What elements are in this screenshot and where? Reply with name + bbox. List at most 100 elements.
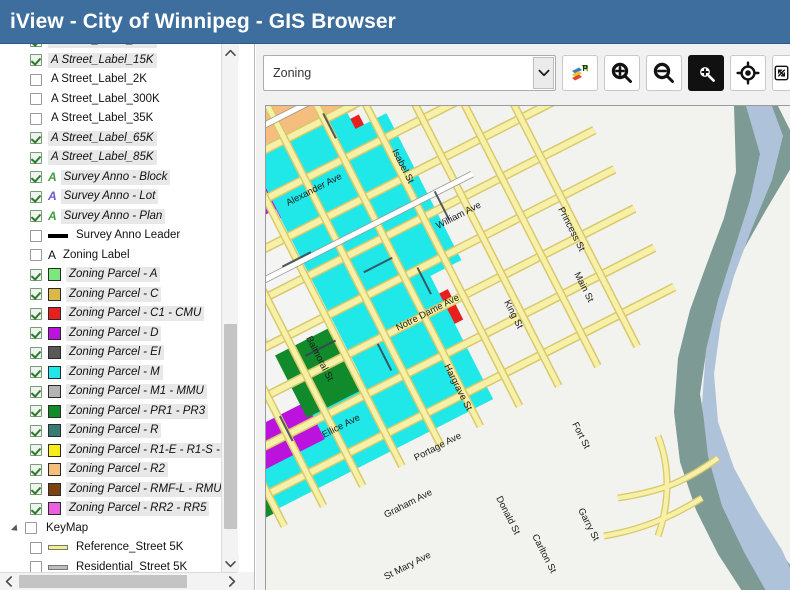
layer-label: Zoning Parcel - RR2 - RR5 bbox=[66, 501, 210, 517]
layer-visibility-checkbox[interactable] bbox=[25, 522, 37, 535]
layer-visibility-checkbox[interactable] bbox=[30, 424, 42, 437]
chevron-up-icon[interactable] bbox=[222, 44, 239, 61]
layer-label: Zoning Parcel - EI bbox=[66, 345, 165, 361]
layer-tree-vertical-scrollbar[interactable] bbox=[221, 44, 239, 572]
zoom-window-button[interactable] bbox=[688, 55, 724, 91]
layer-tree-row[interactable]: Zoning Parcel - R2 bbox=[0, 460, 222, 480]
layers-button[interactable]: P bbox=[562, 55, 598, 91]
layer-color-swatch bbox=[48, 502, 61, 516]
chevron-down-icon[interactable] bbox=[533, 57, 554, 89]
layer-visibility-checkbox[interactable] bbox=[30, 561, 42, 572]
layer-tree-row[interactable]: A Street_Label_15K bbox=[0, 51, 222, 71]
layer-line-swatch bbox=[48, 564, 68, 570]
layer-visibility-checkbox[interactable] bbox=[30, 151, 42, 164]
layer-visibility-checkbox[interactable] bbox=[30, 268, 42, 281]
zoom-in-button[interactable] bbox=[604, 55, 640, 91]
layer-label: A Street_Label_85K bbox=[48, 150, 157, 166]
layer-visibility-checkbox[interactable] bbox=[30, 385, 42, 398]
layer-tree-row[interactable]: Zoning Parcel - EI bbox=[0, 343, 222, 363]
annotation-glyph-icon: A bbox=[48, 208, 57, 223]
annotation-glyph-icon: A bbox=[48, 247, 57, 262]
scrollbar-thumb-vertical[interactable] bbox=[224, 324, 237, 529]
layer-tree-row[interactable]: Zoning Parcel - M bbox=[0, 363, 222, 383]
layer-tree-row[interactable]: Zoning Parcel - C bbox=[0, 285, 222, 305]
layer-tree-row[interactable]: Zoning Parcel - C1 - CMU bbox=[0, 304, 222, 324]
layer-tree-horizontal-scrollbar[interactable] bbox=[0, 572, 238, 590]
layer-visibility-checkbox[interactable] bbox=[30, 229, 42, 242]
layer-visibility-checkbox[interactable] bbox=[30, 249, 42, 262]
layer-visibility-checkbox[interactable] bbox=[30, 93, 42, 106]
keymap-child-row[interactable]: Residential_Street 5K bbox=[0, 558, 222, 572]
layer-visibility-checkbox[interactable] bbox=[30, 327, 42, 340]
layer-visibility-checkbox[interactable] bbox=[30, 346, 42, 359]
layer-color-swatch bbox=[48, 404, 61, 418]
layer-tree[interactable]: A Street_Label_10K A Street_Label_15K A St… bbox=[0, 44, 222, 572]
layer-tree-row[interactable]: A Street_Label_65K bbox=[0, 129, 222, 149]
layer-visibility-checkbox[interactable] bbox=[30, 112, 42, 125]
layer-visibility-checkbox[interactable] bbox=[30, 54, 42, 67]
zoom-out-button[interactable] bbox=[646, 55, 682, 91]
layer-visibility-checkbox[interactable] bbox=[30, 44, 42, 47]
layer-visibility-checkbox[interactable] bbox=[30, 73, 42, 86]
layer-visibility-checkbox[interactable] bbox=[30, 307, 42, 320]
layer-visibility-checkbox[interactable] bbox=[30, 190, 42, 203]
layer-label: A Street_Label_15K bbox=[48, 52, 157, 68]
layer-tree-row[interactable]: Zoning Parcel - RMF-L - RMU bbox=[0, 480, 222, 500]
layer-tree-row[interactable]: A Street_Label_300K bbox=[0, 90, 222, 110]
layer-tree-row[interactable]: A Zoning Label bbox=[0, 246, 222, 266]
layer-visibility-checkbox[interactable] bbox=[30, 288, 42, 301]
full-extent-button[interactable] bbox=[772, 55, 790, 91]
layer-tree-row[interactable]: Zoning Parcel - PR1 - PR3 bbox=[0, 402, 222, 422]
layer-tree-row[interactable]: A Street_Label_85K bbox=[0, 148, 222, 168]
chevron-left-icon[interactable] bbox=[0, 573, 18, 590]
layer-color-swatch bbox=[48, 307, 61, 321]
layer-tree-row[interactable]: Zoning Parcel - R bbox=[0, 421, 222, 441]
keymap-group-row[interactable]: KeyMap bbox=[0, 519, 222, 539]
chevron-down-icon[interactable] bbox=[222, 555, 239, 572]
layer-tree-row[interactable]: A Street_Label_2K bbox=[0, 70, 222, 90]
map-canvas[interactable]: Isabel St William Ave Notre Dame Ave Bal… bbox=[265, 105, 790, 590]
layer-visibility-checkbox[interactable] bbox=[30, 366, 42, 379]
map-toolbar: Zoning P bbox=[256, 44, 790, 102]
layer-visibility-checkbox[interactable] bbox=[30, 405, 42, 418]
layer-color-swatch bbox=[48, 463, 61, 477]
layer-tree-row[interactable]: A Street_Label_35K bbox=[0, 109, 222, 129]
layer-tree-row[interactable]: Zoning Parcel - D bbox=[0, 324, 222, 344]
layer-tree-row[interactable]: Zoning Parcel - M1 - MMU bbox=[0, 382, 222, 402]
map-select[interactable]: Zoning bbox=[263, 55, 556, 91]
map-select-value: Zoning bbox=[273, 66, 312, 80]
layer-color-swatch bbox=[48, 365, 61, 379]
layer-label: Zoning Parcel - R2 bbox=[66, 462, 168, 478]
layer-label: KeyMap bbox=[46, 521, 89, 534]
layer-visibility-checkbox[interactable] bbox=[30, 132, 42, 145]
layer-label: Survey Anno - Plan bbox=[60, 208, 166, 224]
layer-tree-row[interactable]: A Survey Anno - Lot bbox=[0, 187, 222, 207]
layer-tree-row[interactable]: Zoning Parcel - RR2 - RR5 bbox=[0, 499, 222, 519]
layer-tree-row[interactable]: Zoning Parcel - R1-E - R1-S - R bbox=[0, 441, 222, 461]
layer-tree-row[interactable]: A Survey Anno - Plan bbox=[0, 207, 222, 227]
layer-visibility-checkbox[interactable] bbox=[30, 444, 42, 457]
center-button[interactable] bbox=[730, 55, 766, 91]
keymap-child-row[interactable]: Reference_Street 5K bbox=[0, 538, 222, 558]
layer-visibility-checkbox[interactable] bbox=[30, 483, 42, 496]
layer-tree-row[interactable]: A Survey Anno - Block bbox=[0, 168, 222, 188]
layer-label: Zoning Parcel - RMF-L - RMU bbox=[66, 481, 222, 497]
layer-visibility-checkbox[interactable] bbox=[30, 541, 42, 554]
expand-triangle-icon[interactable] bbox=[12, 523, 23, 534]
layer-label: Zoning Parcel - D bbox=[66, 325, 162, 341]
layer-visibility-checkbox[interactable] bbox=[30, 210, 42, 223]
layer-visibility-checkbox[interactable] bbox=[30, 171, 42, 184]
layer-tree-row[interactable]: Survey Anno Leader bbox=[0, 226, 222, 246]
layer-color-swatch bbox=[48, 482, 61, 496]
layer-label: Reference_Street 5K bbox=[76, 541, 184, 554]
layer-tree-row[interactable]: Zoning Parcel - A bbox=[0, 265, 222, 285]
layer-label: A Street_Label_35K bbox=[51, 112, 154, 125]
layer-label: Survey Anno Leader bbox=[76, 229, 181, 242]
layer-visibility-checkbox[interactable] bbox=[30, 463, 42, 476]
layer-color-swatch bbox=[48, 268, 61, 282]
scrollbar-thumb-horizontal[interactable] bbox=[19, 575, 187, 588]
svg-text:P: P bbox=[583, 64, 589, 73]
window-title: iView - City of Winnipeg - GIS Browser bbox=[10, 9, 396, 33]
layer-label: A Street_Label_65K bbox=[48, 130, 157, 146]
layer-visibility-checkbox[interactable] bbox=[30, 502, 42, 515]
